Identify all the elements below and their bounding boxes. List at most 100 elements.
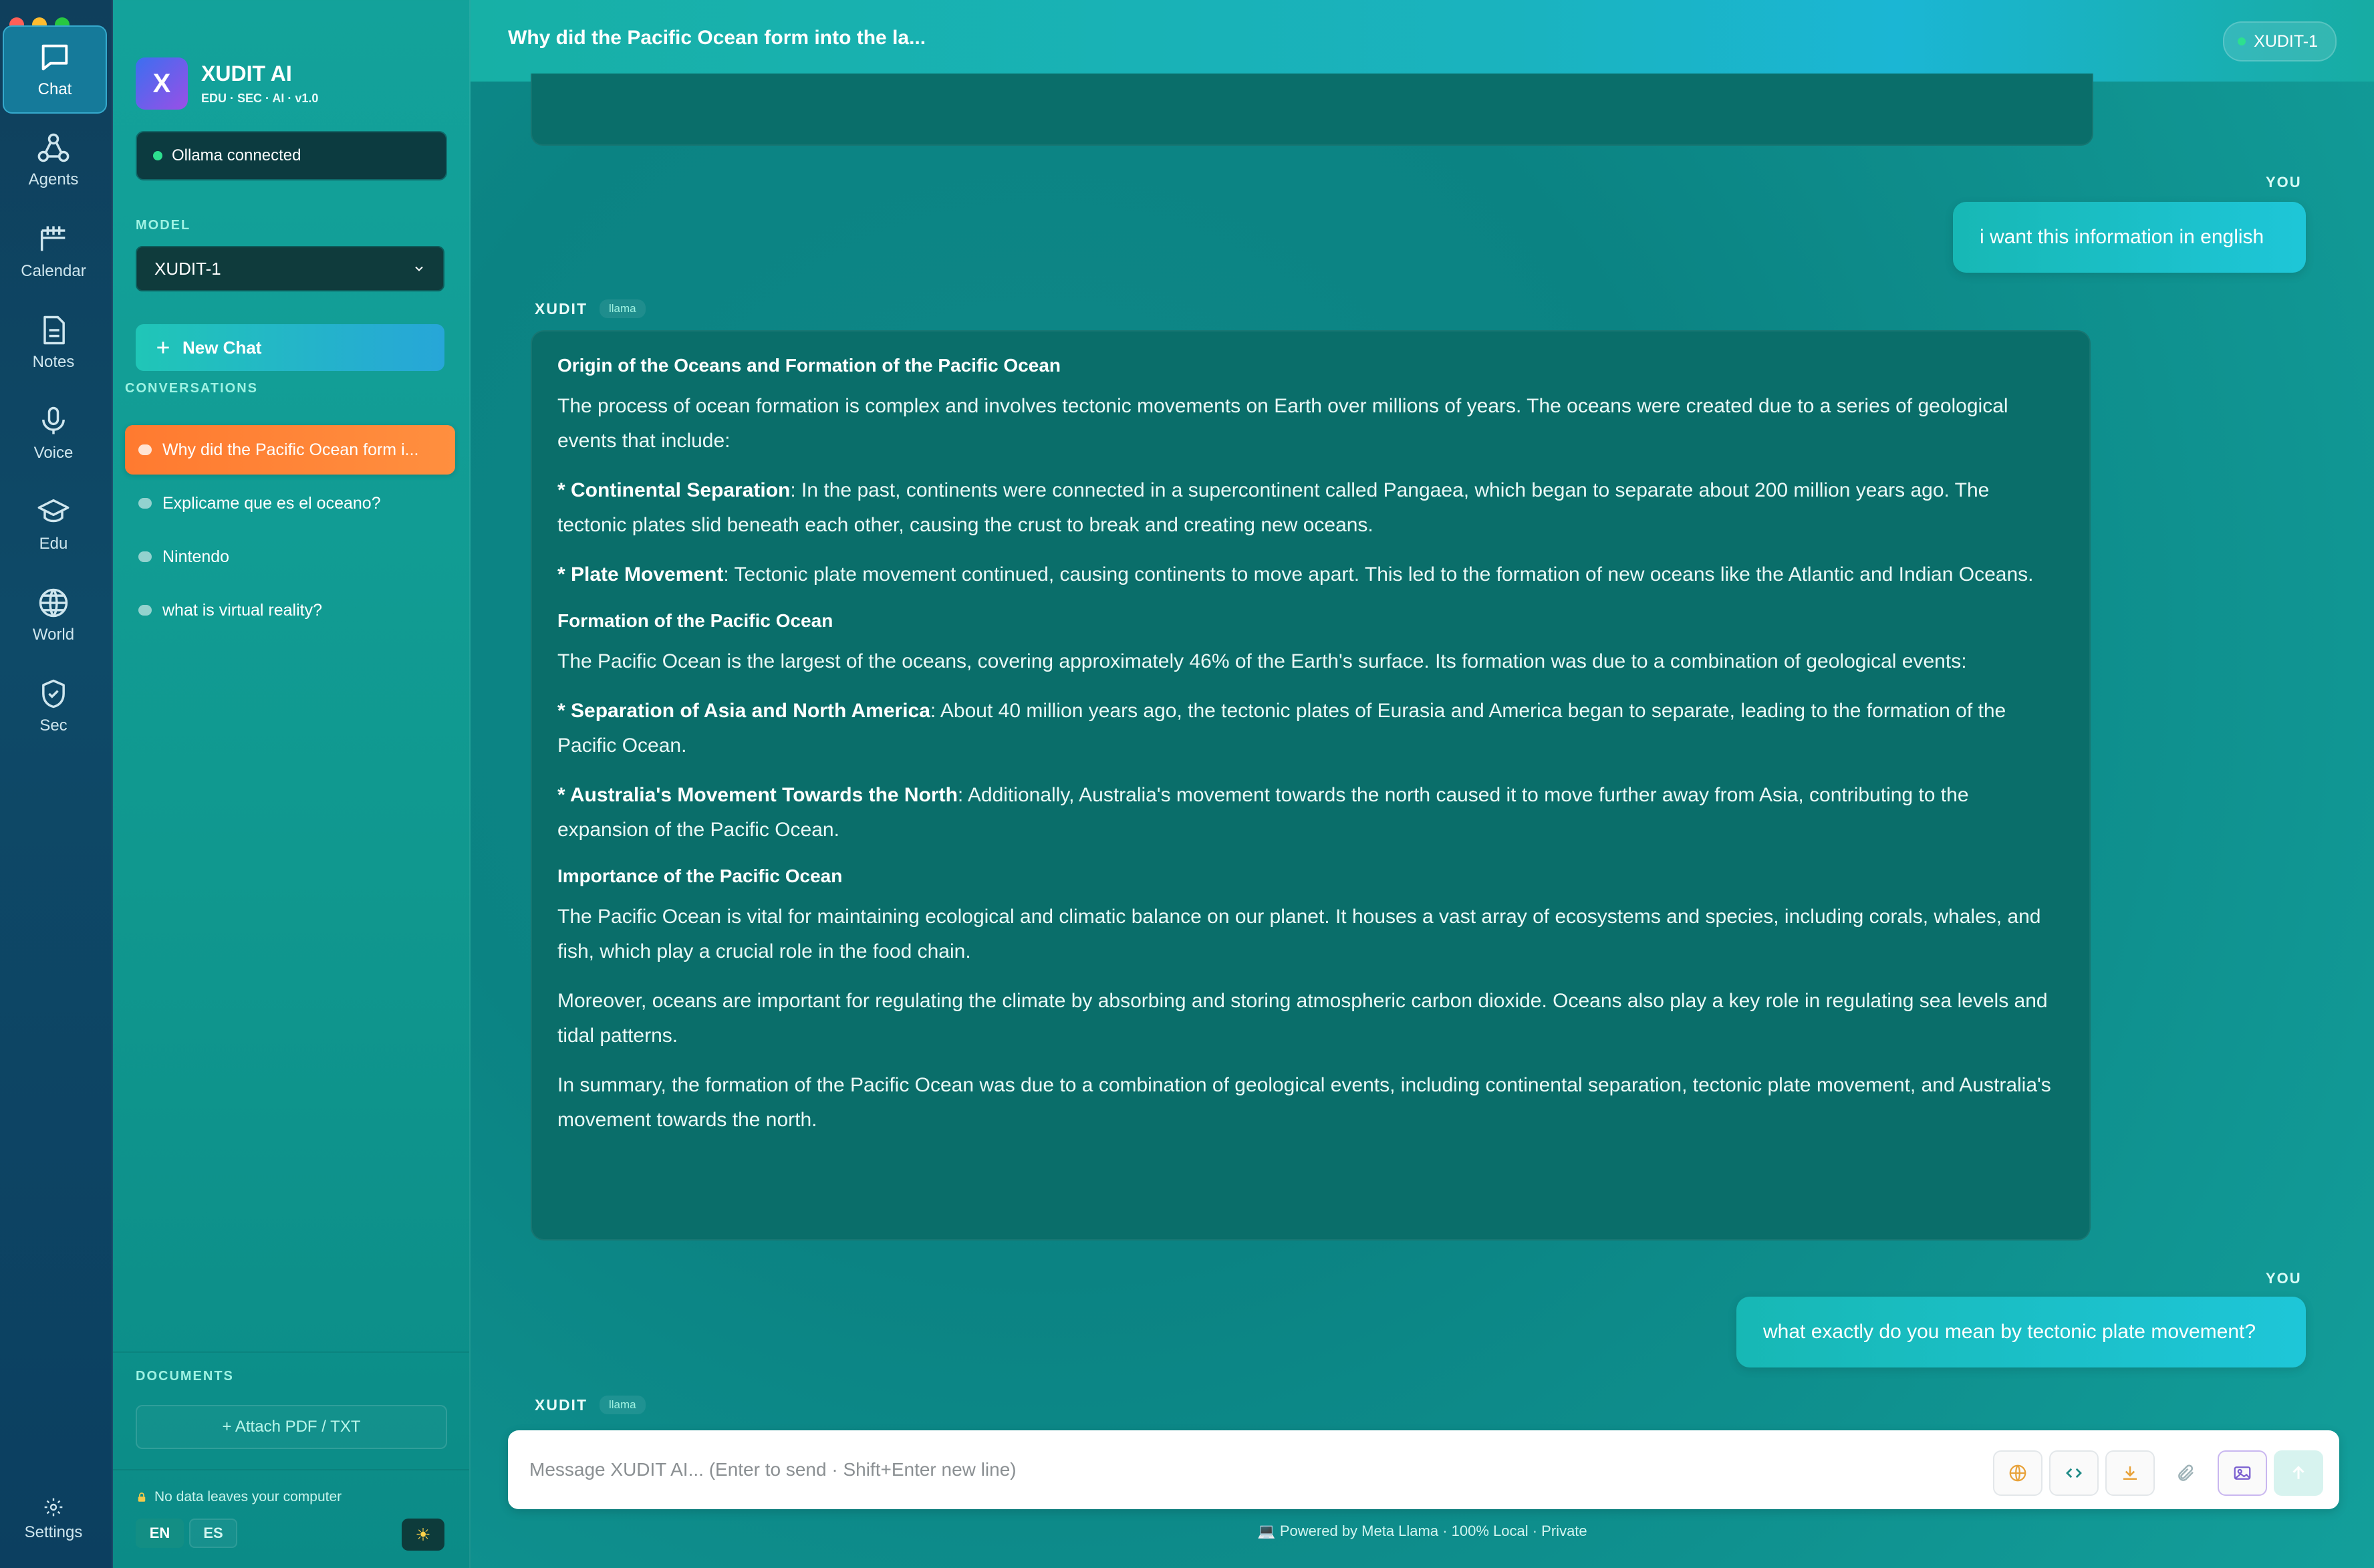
user-message: i want this information in english bbox=[1953, 202, 2306, 273]
laptop-icon: 💻 bbox=[1257, 1523, 1276, 1539]
ai-message-header: XUDIT llama bbox=[535, 299, 646, 318]
web-search-button[interactable] bbox=[1993, 1450, 2042, 1496]
response-bold: * Continental Separation bbox=[557, 479, 791, 501]
rail-item-sec[interactable]: Sec bbox=[3, 663, 104, 749]
app-logo: X bbox=[136, 57, 188, 110]
attach-button[interactable] bbox=[2161, 1450, 2211, 1496]
conversations-section-label: CONVERSATIONS bbox=[125, 381, 258, 396]
rail-item-notes[interactable]: Notes bbox=[3, 299, 104, 385]
footer-note-text: Powered by Meta Llama · 100% Local · Pri… bbox=[1279, 1523, 1587, 1539]
icon-rail: Chat Agents Calendar Notes Voice Edu Wor… bbox=[0, 0, 113, 1568]
sun-icon: ☀ bbox=[415, 1524, 431, 1545]
chat-header: Why did the Pacific Ocean form into the … bbox=[471, 0, 2374, 82]
ai-model-badge: llama bbox=[600, 1396, 646, 1414]
conversation-item[interactable]: what is virtual reality? bbox=[125, 585, 455, 635]
model-select[interactable]: XUDIT-1 bbox=[136, 246, 444, 291]
connection-status-text: Ollama connected bbox=[172, 146, 301, 164]
privacy-note: No data leaves your computer bbox=[136, 1489, 342, 1505]
rail-item-edu[interactable]: Edu bbox=[3, 481, 104, 567]
ai-model-badge: llama bbox=[600, 299, 646, 318]
previous-ai-message bbox=[531, 74, 2093, 146]
rail-item-settings[interactable]: Settings bbox=[3, 1482, 104, 1556]
rail-item-voice[interactable]: Voice bbox=[3, 390, 104, 476]
model-badge: XUDIT-1 bbox=[2223, 21, 2337, 61]
sidebar: X XUDIT AI EDU · SEC · AI · v1.0 Ollama … bbox=[113, 0, 471, 1568]
model-select-value: XUDIT-1 bbox=[154, 258, 221, 279]
message-icon bbox=[138, 605, 152, 616]
message-icon bbox=[138, 551, 152, 562]
conversation-item[interactable]: Explicame que es el oceano? bbox=[125, 479, 455, 528]
send-button[interactable] bbox=[2274, 1450, 2323, 1496]
rail-label-settings: Settings bbox=[24, 1523, 83, 1541]
rail-label-sec: Sec bbox=[39, 716, 68, 735]
send-arrow-icon bbox=[2292, 1466, 2304, 1479]
response-bold: * Separation of Asia and North America bbox=[557, 700, 930, 722]
new-chat-button[interactable]: New Chat bbox=[136, 324, 444, 371]
status-dot-icon bbox=[153, 151, 162, 160]
gear-icon bbox=[44, 1498, 63, 1517]
shield-icon bbox=[42, 679, 65, 708]
brand-subtitle: EDU · SEC · AI · v1.0 bbox=[201, 92, 319, 105]
conversation-item[interactable]: Nintendo bbox=[125, 532, 455, 581]
response-paragraph: The Pacific Ocean is vital for maintaini… bbox=[557, 906, 2041, 962]
conversation-title: Explicame que es el oceano? bbox=[162, 493, 381, 513]
conversation-title: Nintendo bbox=[162, 547, 230, 566]
response-bold: * Plate Movement bbox=[557, 563, 724, 585]
footer-note: 💻 Powered by Meta Llama · 100% Local · P… bbox=[471, 1523, 2374, 1540]
ai-name: XUDIT bbox=[535, 299, 587, 317]
response-heading: Importance of the Pacific Ocean bbox=[557, 866, 843, 886]
image-icon bbox=[2234, 1466, 2251, 1480]
theme-toggle-button[interactable]: ☀ bbox=[402, 1519, 444, 1551]
graduation-cap-icon bbox=[37, 499, 70, 523]
message-input[interactable] bbox=[528, 1449, 1801, 1490]
response-paragraph: * Australia's Movement Towards the North… bbox=[557, 778, 2064, 847]
rail-label-agents: Agents bbox=[28, 170, 79, 188]
agents-icon bbox=[37, 133, 70, 162]
chat-icon bbox=[41, 44, 68, 71]
rail-item-agents[interactable]: Agents bbox=[3, 117, 104, 203]
attach-document-button[interactable]: + Attach PDF / TXT bbox=[136, 1405, 447, 1449]
rail-label-world: World bbox=[32, 626, 75, 644]
response-heading: Formation of the Pacific Ocean bbox=[557, 610, 833, 631]
rail-label-chat: Chat bbox=[37, 80, 72, 98]
conversation-title: what is virtual reality? bbox=[162, 600, 322, 620]
image-button[interactable] bbox=[2218, 1450, 2267, 1496]
sidebar-divider bbox=[113, 1351, 469, 1353]
rail-label-calendar: Calendar bbox=[21, 262, 86, 280]
user-message: what exactly do you mean by tectonic pla… bbox=[1736, 1297, 2306, 1367]
download-button[interactable] bbox=[2105, 1450, 2155, 1496]
model-section-label: MODEL bbox=[136, 218, 191, 233]
chat-title: Why did the Pacific Ocean form into the … bbox=[508, 27, 926, 49]
status-dot-icon bbox=[2238, 37, 2246, 45]
chat-area: Why did the Pacific Ocean form into the … bbox=[471, 0, 2374, 1568]
language-en-button[interactable]: EN bbox=[136, 1519, 184, 1548]
download-icon bbox=[2123, 1466, 2137, 1480]
response-paragraph: * Continental Separation: In the past, c… bbox=[557, 473, 2064, 543]
conversation-title: Why did the Pacific Ocean form i... bbox=[162, 440, 419, 459]
response-paragraph: Moreover, oceans are important for regul… bbox=[557, 990, 2048, 1047]
plus-icon bbox=[157, 342, 169, 354]
user-label: YOU bbox=[2266, 1270, 2302, 1287]
documents-section-label: DOCUMENTS bbox=[136, 1369, 234, 1384]
globe-icon bbox=[2009, 1464, 2026, 1482]
response-paragraph: * Separation of Asia and North America: … bbox=[557, 694, 2064, 763]
message-icon bbox=[138, 498, 152, 509]
language-es-button[interactable]: ES bbox=[189, 1519, 237, 1548]
user-label: YOU bbox=[2266, 174, 2302, 190]
paperclip-icon bbox=[2178, 1464, 2194, 1481]
globe-icon bbox=[39, 588, 68, 618]
rail-item-calendar[interactable]: Calendar bbox=[3, 209, 104, 294]
app-window: Chat Agents Calendar Notes Voice Edu Wor… bbox=[0, 0, 2374, 1568]
notes-icon bbox=[43, 315, 65, 345]
response-bold: * Australia's Movement Towards the North bbox=[557, 784, 958, 806]
conversation-item[interactable]: Why did the Pacific Ocean form i... bbox=[125, 425, 455, 475]
calendar-icon bbox=[40, 226, 65, 251]
rail-item-world[interactable]: World bbox=[3, 572, 104, 658]
privacy-note-text: No data leaves your computer bbox=[154, 1489, 342, 1505]
rail-item-chat[interactable]: Chat bbox=[3, 25, 107, 114]
message-icon bbox=[138, 444, 152, 455]
microphone-icon bbox=[42, 406, 65, 434]
response-paragraph: In summary, the formation of the Pacific… bbox=[557, 1074, 2051, 1131]
code-button[interactable] bbox=[2049, 1450, 2099, 1496]
chevron-down-icon bbox=[415, 266, 423, 271]
